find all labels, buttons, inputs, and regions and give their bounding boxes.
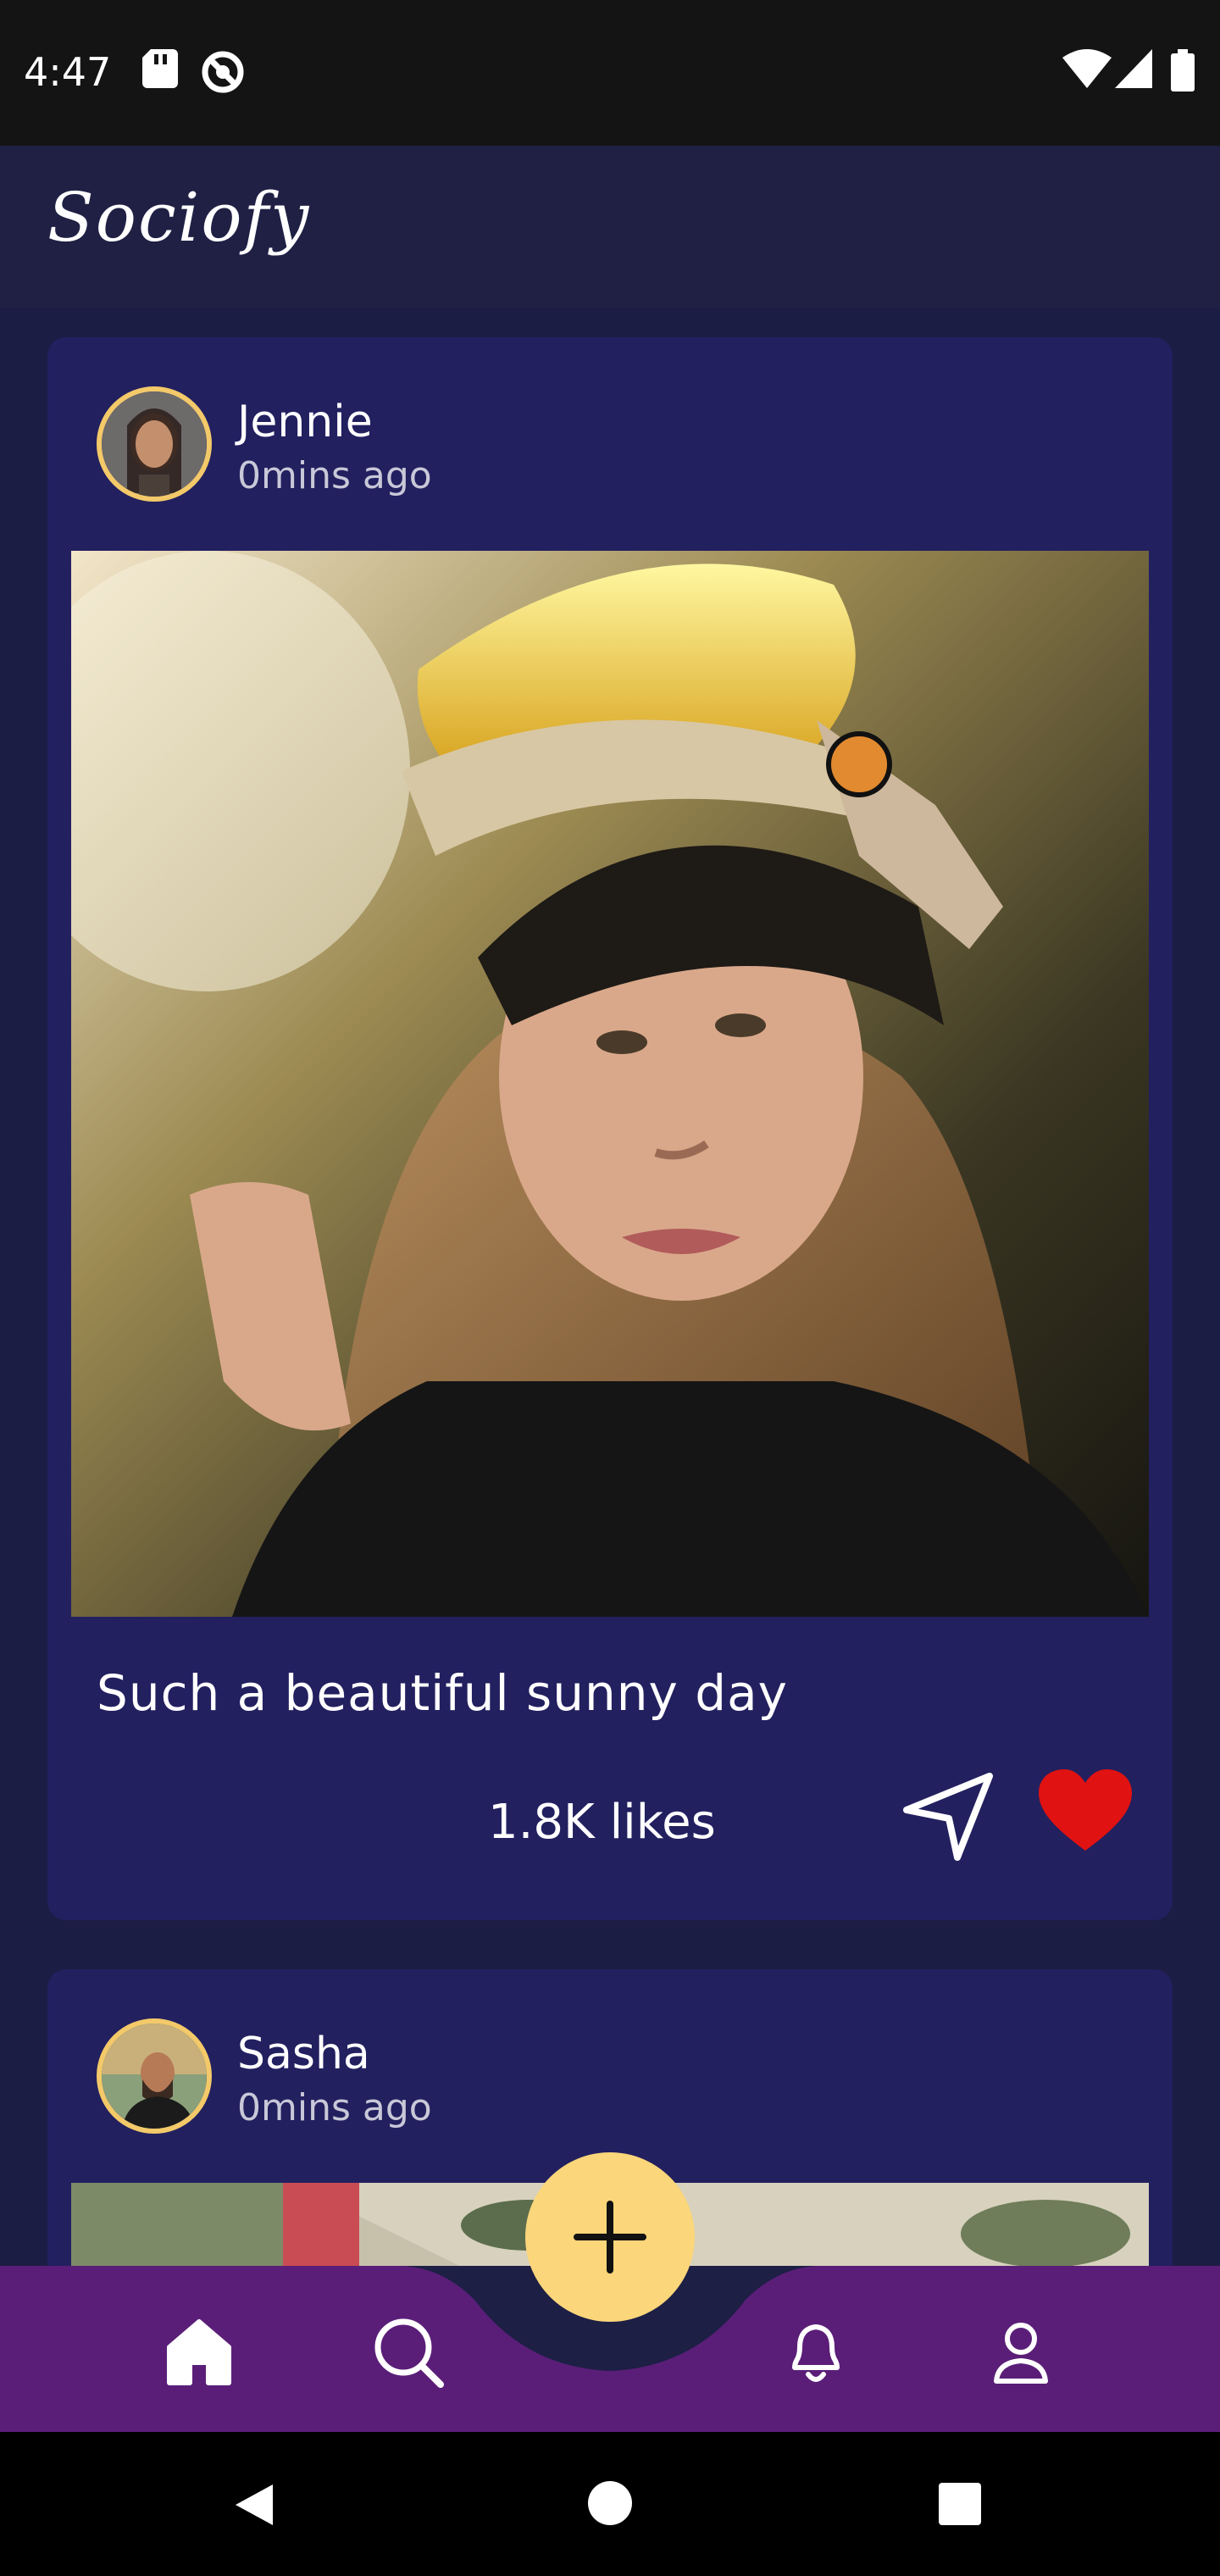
post-caption: Such a beautiful sunny day bbox=[97, 1664, 788, 1722]
likes-count[interactable]: 1.8K likes bbox=[488, 1795, 716, 1850]
post-time: 0mins ago bbox=[237, 2086, 432, 2129]
add-post-button[interactable] bbox=[525, 2152, 695, 2322]
sd-card-icon bbox=[142, 49, 178, 88]
back-icon[interactable] bbox=[229, 2479, 280, 2530]
post-time: 0mins ago bbox=[237, 454, 432, 497]
system-nav-bar bbox=[0, 2432, 1220, 2576]
avatar-image bbox=[102, 2024, 207, 2129]
feed[interactable]: Jennie 0mins ago Such a beautiful sunny … bbox=[0, 308, 1220, 2266]
post-image bbox=[71, 551, 1149, 1617]
avatar[interactable] bbox=[97, 2018, 212, 2134]
wifi-icon bbox=[1062, 49, 1112, 88]
home-icon[interactable] bbox=[161, 2313, 237, 2390]
status-bar: 4:47 bbox=[0, 0, 1220, 146]
post-photo[interactable] bbox=[71, 551, 1149, 1617]
post-username[interactable]: Jennie bbox=[237, 397, 373, 447]
cellular-icon bbox=[1115, 49, 1152, 88]
sync-disabled-icon bbox=[202, 51, 244, 93]
avatar-image bbox=[102, 391, 207, 497]
heart-icon[interactable] bbox=[1039, 1769, 1132, 1854]
send-icon[interactable] bbox=[898, 1764, 1000, 1866]
battery-icon bbox=[1171, 49, 1195, 92]
post-username[interactable]: Sasha bbox=[237, 2029, 370, 2079]
app-logo: Sociofy bbox=[47, 178, 311, 257]
add-icon bbox=[574, 2201, 646, 2273]
status-time: 4:47 bbox=[24, 49, 112, 95]
recents-icon[interactable] bbox=[937, 2481, 983, 2527]
search-icon[interactable] bbox=[369, 2313, 446, 2390]
home-system-icon[interactable] bbox=[586, 2479, 634, 2527]
post-card: Jennie 0mins ago Such a beautiful sunny … bbox=[47, 337, 1173, 1920]
notifications-icon[interactable] bbox=[778, 2313, 854, 2390]
avatar[interactable] bbox=[97, 386, 212, 502]
profile-icon[interactable] bbox=[983, 2313, 1059, 2390]
